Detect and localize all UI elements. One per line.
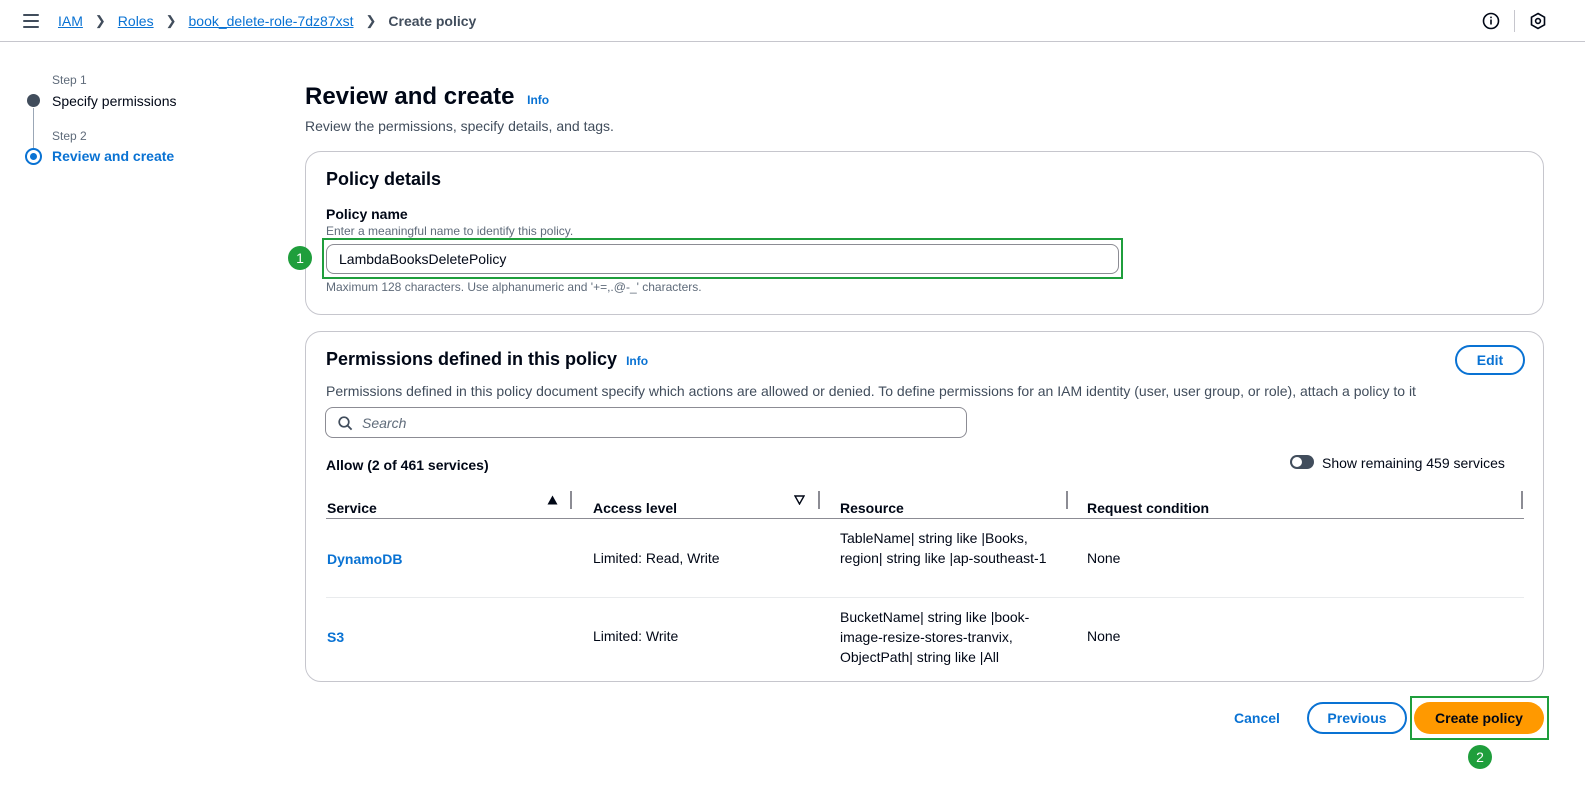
request-condition-cell: None bbox=[1087, 628, 1121, 644]
resource-cell: BucketName| string like |book-image-resi… bbox=[840, 609, 1030, 665]
chevron-right-icon: ❯ bbox=[94, 13, 106, 28]
info-circle-icon[interactable] bbox=[1482, 12, 1500, 30]
step-complete-icon bbox=[27, 94, 40, 107]
search-placeholder: Search bbox=[362, 415, 407, 431]
column-header-service[interactable]: Service bbox=[327, 500, 377, 516]
highlight-box-1 bbox=[322, 238, 1123, 279]
breadcrumb-iam[interactable]: IAM bbox=[58, 13, 83, 29]
policy-details-card: Policy details Policy name Enter a meani… bbox=[305, 151, 1544, 315]
sort-icon[interactable] bbox=[794, 495, 805, 505]
column-header-access-level[interactable]: Access level bbox=[593, 500, 677, 516]
column-header-request-condition[interactable]: Request condition bbox=[1087, 500, 1209, 516]
sort-ascending-icon[interactable] bbox=[547, 495, 558, 505]
row-divider bbox=[326, 597, 1524, 598]
breadcrumb-current: Create policy bbox=[388, 13, 477, 29]
breadcrumb: IAM ❯ Roles ❯ book_delete-role-7dz87xst … bbox=[58, 13, 476, 29]
step-2-label: Step 2 bbox=[52, 129, 87, 143]
column-divider[interactable] bbox=[1521, 491, 1523, 509]
policy-name-description: Enter a meaningful name to identify this… bbox=[326, 224, 574, 238]
step-1-label: Step 1 bbox=[52, 73, 87, 87]
notifications-icon[interactable] bbox=[1529, 12, 1547, 30]
policy-name-label: Policy name bbox=[326, 206, 408, 222]
policy-name-constraint: Maximum 128 characters. Use alphanumeric… bbox=[326, 280, 702, 294]
access-level-cell: Limited: Write bbox=[593, 628, 679, 644]
permissions-description: Permissions defined in this policy docum… bbox=[326, 383, 1416, 399]
highlight-box-2 bbox=[1410, 696, 1549, 740]
column-divider[interactable] bbox=[570, 491, 572, 509]
service-link-s3[interactable]: S3 bbox=[327, 629, 344, 645]
access-level-cell: Limited: Read, Write bbox=[593, 550, 720, 566]
table-header-divider bbox=[326, 518, 1524, 519]
column-divider[interactable] bbox=[818, 491, 820, 509]
column-divider[interactable] bbox=[1066, 491, 1068, 509]
column-header-resource[interactable]: Resource bbox=[840, 500, 904, 516]
divider bbox=[1514, 10, 1515, 32]
previous-button[interactable]: Previous bbox=[1307, 702, 1407, 734]
step-1-title[interactable]: Specify permissions bbox=[52, 93, 177, 109]
page-title: Review and create Info bbox=[305, 83, 549, 111]
annotation-badge-1: 1 bbox=[288, 246, 312, 270]
page-title-text: Review and create bbox=[305, 83, 515, 110]
service-link-dynamodb[interactable]: DynamoDB bbox=[327, 551, 402, 567]
top-navigation: IAM ❯ Roles ❯ book_delete-role-7dz87xst … bbox=[0, 0, 1585, 42]
request-condition-cell: None bbox=[1087, 550, 1121, 566]
search-icon bbox=[338, 416, 353, 431]
permissions-info-link[interactable]: Info bbox=[626, 354, 648, 368]
chevron-right-icon: ❯ bbox=[365, 13, 377, 28]
show-remaining-toggle[interactable] bbox=[1290, 455, 1314, 469]
breadcrumb-role[interactable]: book_delete-role-7dz87xst bbox=[189, 13, 354, 29]
permissions-heading-text: Permissions defined in this policy bbox=[326, 349, 618, 369]
step-current-icon bbox=[25, 148, 42, 165]
chevron-right-icon: ❯ bbox=[165, 13, 177, 28]
search-input[interactable]: Search bbox=[325, 407, 967, 438]
show-remaining-label: Show remaining 459 services bbox=[1322, 455, 1505, 471]
step-2-title: Review and create bbox=[52, 148, 175, 164]
cancel-button[interactable]: Cancel bbox=[1234, 710, 1280, 726]
edit-button[interactable]: Edit bbox=[1455, 345, 1525, 375]
info-link[interactable]: Info bbox=[527, 93, 549, 107]
permissions-heading: Permissions defined in this policy Info bbox=[326, 349, 648, 370]
resource-cell: TableName| string like |Books, region| s… bbox=[840, 530, 1047, 566]
breadcrumb-roles[interactable]: Roles bbox=[118, 13, 154, 29]
step-connector bbox=[33, 108, 34, 148]
policy-details-heading: Policy details bbox=[326, 169, 442, 189]
menu-icon[interactable] bbox=[23, 14, 39, 28]
annotation-badge-2: 2 bbox=[1468, 745, 1492, 769]
page-subtitle: Review the permissions, specify details,… bbox=[305, 118, 614, 134]
allow-summary: Allow (2 of 461 services) bbox=[326, 457, 489, 473]
